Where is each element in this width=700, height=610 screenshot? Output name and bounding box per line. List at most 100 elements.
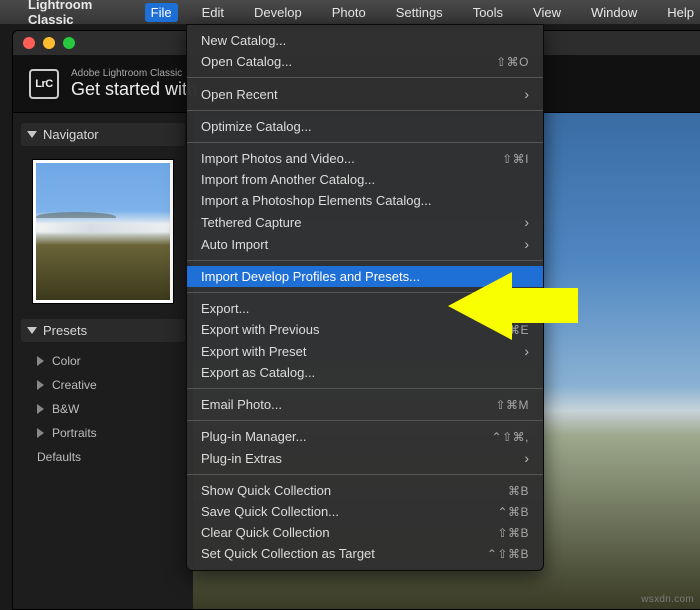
menu-item-label: Import from Another Catalog... <box>201 172 375 187</box>
menu-item[interactable]: New Catalog... <box>187 30 543 51</box>
preset-list: Color Creative B&W Portraits Defaults <box>21 348 185 466</box>
menu-item-label: Export with Preset <box>201 344 307 359</box>
menu-item-label: Open Catalog... <box>201 54 292 69</box>
menu-item-label: Save Quick Collection... <box>201 504 339 519</box>
menu-item[interactable]: Import a Photoshop Elements Catalog... <box>187 190 543 211</box>
menu-separator <box>187 474 543 475</box>
menu-item-label: Export as Catalog... <box>201 365 315 380</box>
menu-item-label: Tethered Capture <box>201 215 301 230</box>
minimize-icon[interactable] <box>43 37 55 49</box>
menu-separator <box>187 292 543 293</box>
menu-window[interactable]: Window <box>585 3 643 22</box>
menu-item[interactable]: Open Catalog... ⇧⌘O <box>187 51 543 72</box>
sidebar: Navigator Presets Color Creative B&W Por… <box>13 113 193 609</box>
menu-item[interactable]: Show Quick Collection⌘B <box>187 480 543 501</box>
menu-file[interactable]: File <box>145 3 178 22</box>
menu-item-label: Export with Previous <box>201 322 320 337</box>
menu-item-label: Open Recent <box>201 87 278 102</box>
app-name[interactable]: Lightroom Classic <box>28 0 127 27</box>
menu-item[interactable]: Auto Import › <box>187 233 543 255</box>
menu-shortcut: ⇧⌘B <box>497 526 529 540</box>
menu-item-label: Auto Import <box>201 237 268 252</box>
menu-shortcut: ⌃⇧⌘B <box>487 547 529 561</box>
menu-separator <box>187 388 543 389</box>
menu-item-label: Plug-in Manager... <box>201 429 307 444</box>
chevron-right-icon: › <box>524 343 529 359</box>
close-icon[interactable] <box>23 37 35 49</box>
menu-item-label: Export... <box>201 301 249 316</box>
menu-item[interactable]: Import from Another Catalog... <box>187 169 543 190</box>
menu-separator <box>187 260 543 261</box>
menu-tools[interactable]: Tools <box>467 3 509 22</box>
chevron-right-icon <box>37 404 44 414</box>
watermark: wsxdn.com <box>641 594 694 605</box>
menu-shortcut: ⇧⌘O <box>496 55 529 69</box>
chevron-down-icon <box>27 131 37 138</box>
maximize-icon[interactable] <box>63 37 75 49</box>
menu-item[interactable]: Email Photo... ⇧⌘M <box>187 394 543 415</box>
menu-item-label: Optimize Catalog... <box>201 119 312 134</box>
brand-title: Get started with <box>71 79 197 100</box>
menu-settings[interactable]: Settings <box>390 3 449 22</box>
menu-item[interactable]: Export with Preset › <box>187 340 543 362</box>
menu-item-label: Clear Quick Collection <box>201 525 330 540</box>
menu-item[interactable]: Export as Catalog... <box>187 362 543 383</box>
navigator-panel-header[interactable]: Navigator <box>21 123 185 146</box>
menu-item[interactable]: Optimize Catalog... <box>187 116 543 137</box>
chevron-right-icon <box>37 356 44 366</box>
menu-item-label: Import a Photoshop Elements Catalog... <box>201 193 432 208</box>
chevron-right-icon: › <box>524 236 529 252</box>
app-logo: LrC <box>29 69 59 99</box>
menu-item[interactable]: Tethered Capture › <box>187 211 543 233</box>
menu-item-label: Set Quick Collection as Target <box>201 546 375 561</box>
preset-item-color[interactable]: Color <box>27 352 179 370</box>
presets-panel-header[interactable]: Presets <box>21 319 185 342</box>
menu-develop[interactable]: Develop <box>248 3 308 22</box>
menu-help[interactable]: Help <box>661 3 700 22</box>
menu-item[interactable]: Save Quick Collection... ⌃⌘B <box>187 501 543 522</box>
menu-separator <box>187 110 543 111</box>
menu-item[interactable]: Plug-in Manager...⌃⇧⌘, <box>187 426 543 447</box>
menu-item-label: Show Quick Collection <box>201 483 331 498</box>
chevron-right-icon: › <box>524 214 529 230</box>
menu-edit[interactable]: Edit <box>196 3 230 22</box>
mac-menubar: Lightroom Classic File Edit Develop Phot… <box>0 0 700 24</box>
menu-item[interactable]: Clear Quick Collection ⇧⌘B <box>187 522 543 543</box>
menu-item[interactable]: Export with Previous ⌃⇧⌘E <box>187 319 543 340</box>
menu-item[interactable]: Set Quick Collection as Target ⌃⇧⌘B <box>187 543 543 564</box>
preset-item-bw[interactable]: B&W <box>27 400 179 418</box>
preset-item-creative[interactable]: Creative <box>27 376 179 394</box>
menu-shortcut: ⌃⇧⌘E <box>487 323 529 337</box>
menu-shortcut: ⌃⌘B <box>497 505 529 519</box>
menu-item[interactable]: Export... <box>187 298 543 319</box>
preset-label: Creative <box>52 378 97 392</box>
brand-subtitle: Adobe Lightroom Classic <box>71 68 197 79</box>
preset-item-defaults[interactable]: Defaults <box>27 448 179 466</box>
chevron-down-icon <box>27 327 37 334</box>
preset-label: Portraits <box>52 426 97 440</box>
menu-separator <box>187 77 543 78</box>
menu-item-label: Import Develop Profiles and Presets... <box>201 269 420 284</box>
menu-item-label: Plug-in Extras <box>201 451 282 466</box>
menu-item[interactable]: Plug-in Extras › <box>187 447 543 469</box>
menu-item[interactable]: Open Recent › <box>187 83 543 105</box>
menu-view[interactable]: View <box>527 3 567 22</box>
menu-photo[interactable]: Photo <box>326 3 372 22</box>
menu-separator <box>187 420 543 421</box>
chevron-right-icon <box>37 380 44 390</box>
preset-item-portraits[interactable]: Portraits <box>27 424 179 442</box>
menu-separator <box>187 142 543 143</box>
chevron-right-icon: › <box>524 86 529 102</box>
preset-label: Color <box>52 354 81 368</box>
menu-item[interactable]: Import Photos and Video...⇧⌘I <box>187 148 543 169</box>
menu-item-label: Email Photo... <box>201 397 282 412</box>
navigator-thumbnail[interactable] <box>33 160 173 303</box>
menu-item[interactable]: Import Develop Profiles and Presets... <box>187 266 543 287</box>
menu-shortcut: ⇧⌘I <box>502 152 529 166</box>
chevron-right-icon <box>37 428 44 438</box>
chevron-right-icon: › <box>524 450 529 466</box>
menu-item-label: New Catalog... <box>201 33 286 48</box>
file-menu[interactable]: New Catalog... Open Catalog... ⇧⌘O Open Rec… <box>186 24 544 571</box>
menu-shortcut: ⇧⌘M <box>495 398 529 412</box>
preset-label: B&W <box>52 402 79 416</box>
